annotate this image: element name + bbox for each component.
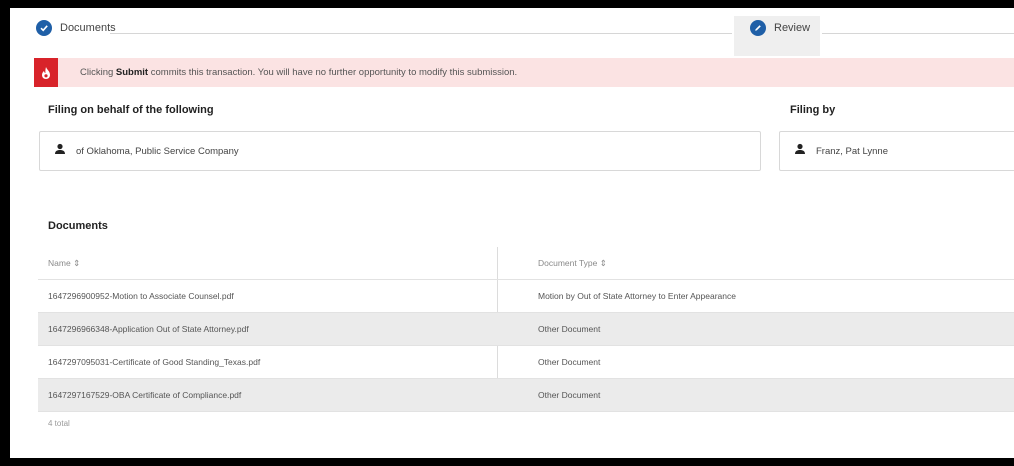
- document-name: 1647296966348-Application Out of State A…: [48, 324, 249, 334]
- flame-icon: [34, 58, 58, 87]
- table-header-row: Name ⇕ Document Type ⇕: [38, 247, 1014, 280]
- check-icon: [36, 20, 52, 36]
- stepper-connector: [110, 33, 732, 34]
- step-review-label: Review: [774, 22, 811, 34]
- filing-by-card: Franz, Pat Lynne: [779, 131, 1014, 171]
- sort-icon[interactable]: ⇕: [600, 258, 607, 268]
- document-type: Other Document: [538, 357, 601, 367]
- alert-submit-emphasis: Submit: [115, 67, 149, 78]
- filing-by-heading: Filing by: [790, 104, 836, 116]
- person-icon: [794, 142, 806, 160]
- document-name: 1647297167529-OBA Certificate of Complia…: [48, 390, 242, 400]
- column-header-name[interactable]: Name ⇕: [48, 258, 80, 269]
- alert-message: Clicking Submit commits this transaction…: [80, 67, 518, 78]
- filing-on-behalf-card: of Oklahoma, Public Service Company: [39, 131, 761, 171]
- filer-name: Franz, Pat Lynne: [816, 145, 888, 157]
- document-name: 1647296900952-Motion to Associate Counse…: [48, 291, 234, 301]
- document-type: Other Document: [538, 324, 601, 334]
- sort-icon[interactable]: ⇕: [73, 258, 80, 268]
- filing-on-behalf-heading: Filing on behalf of the following: [48, 104, 214, 116]
- table-total-count: 4 total: [48, 419, 70, 428]
- documents-heading: Documents: [48, 220, 108, 232]
- table-row[interactable]: 1647296900952-Motion to Associate Counse…: [38, 280, 1014, 313]
- stepper-connector: [822, 33, 1014, 34]
- table-row[interactable]: 1647297095031-Certificate of Good Standi…: [38, 346, 1014, 379]
- column-header-document-type[interactable]: Document Type ⇕: [538, 258, 607, 269]
- submit-warning-alert: Clicking Submit commits this transaction…: [34, 58, 1014, 87]
- document-name: 1647297095031-Certificate of Good Standi…: [48, 357, 261, 367]
- person-icon: [54, 142, 66, 160]
- table-row[interactable]: 1647296966348-Application Out of State A…: [38, 313, 1014, 346]
- step-documents-label: Documents: [60, 22, 116, 34]
- documents-table: Name ⇕ Document Type ⇕ 1647296900952-Mot…: [38, 247, 1014, 412]
- step-documents[interactable]: Documents: [36, 20, 116, 36]
- table-row[interactable]: 1647297167529-OBA Certificate of Complia…: [38, 379, 1014, 412]
- document-type: Motion by Out of State Attorney to Enter…: [538, 291, 736, 301]
- step-review[interactable]: Review: [750, 20, 810, 36]
- progress-stepper: Documents Review: [10, 8, 1014, 56]
- document-type: Other Document: [538, 390, 601, 400]
- pencil-icon: [750, 20, 766, 36]
- review-page: Documents Review Clicking Submit commits…: [10, 8, 1014, 458]
- filing-party-name: of Oklahoma, Public Service Company: [76, 145, 239, 157]
